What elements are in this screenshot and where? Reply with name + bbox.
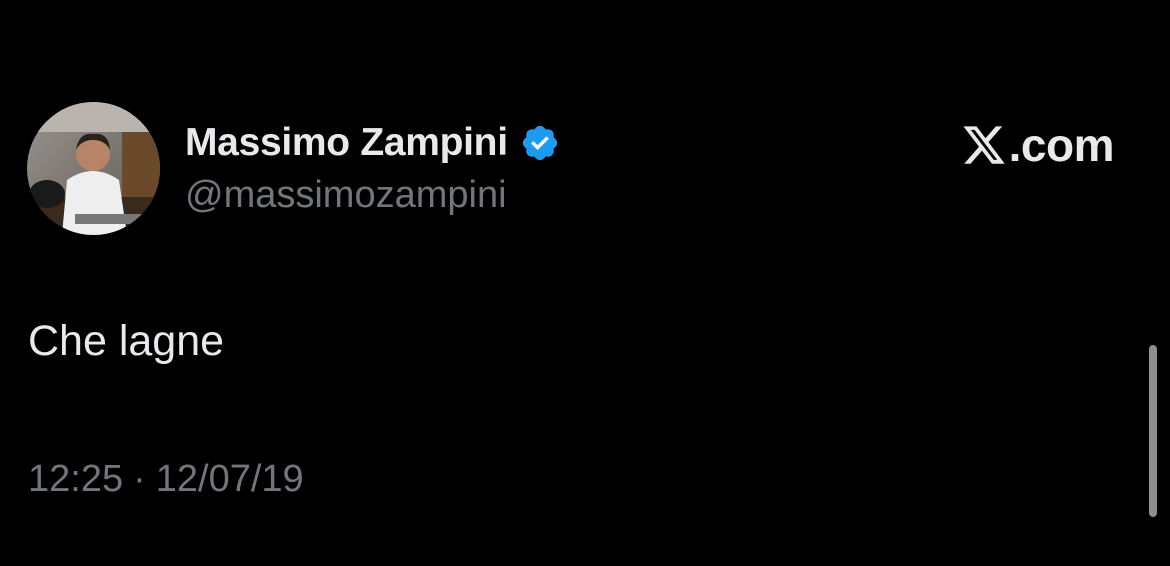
author-name: Massimo Zampini <box>185 121 508 164</box>
x-logo-icon <box>961 122 1007 168</box>
verified-badge-icon <box>520 123 560 163</box>
author-avatar[interactable] <box>27 102 160 235</box>
tweet-timestamp: 12:25 · 12/07/19 <box>28 458 304 501</box>
profile-photo <box>27 102 160 235</box>
meta-separator: · <box>133 458 146 500</box>
tweet-text: Che lagne <box>28 317 225 365</box>
author-name-row[interactable]: Massimo Zampini <box>185 118 560 168</box>
x-com-brand[interactable]: .com <box>961 118 1115 172</box>
tweet-date[interactable]: 12/07/19 <box>156 458 304 501</box>
brand-text: .com <box>1008 119 1115 171</box>
scrollbar[interactable] <box>1149 345 1157 517</box>
tweet-time[interactable]: 12:25 <box>28 458 123 501</box>
author-handle[interactable]: @massimozampini <box>185 174 507 217</box>
tweet-card: Massimo Zampini @massimozampini .com Che… <box>0 0 1170 566</box>
